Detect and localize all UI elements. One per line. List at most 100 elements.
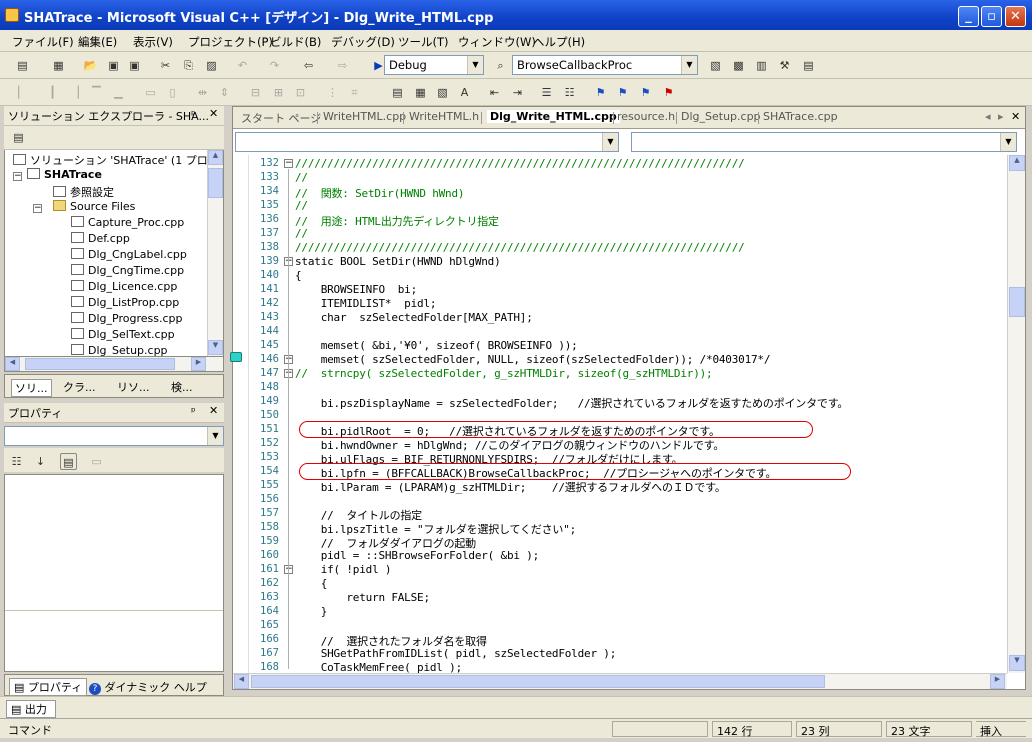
tree-item-file[interactable]: Dlg_CngTime.cpp — [71, 264, 184, 277]
tab-solution[interactable]: ソリ... — [11, 379, 52, 397]
tab-dlg-write-html-cpp[interactable]: Dlg_Write_HTML.cpp — [487, 110, 620, 123]
scroll-right-icon[interactable]: ▶ — [191, 357, 206, 371]
code-line[interactable]: ////////////////////////////////////////… — [295, 241, 745, 254]
code-line[interactable]: if( !pidl ) — [295, 563, 392, 576]
collapse-icon[interactable]: − — [33, 204, 42, 213]
align-top-icon[interactable]: ▔ — [88, 84, 105, 101]
tree-item-solution[interactable]: ソリューション 'SHATrace' (1 プロジェクト) — [13, 152, 223, 168]
copy-icon[interactable]: ⎘ — [180, 57, 197, 74]
tree-item-references[interactable]: 参照設定 — [53, 184, 114, 200]
code-horizontal-scrollbar[interactable]: ◀ ▶ — [233, 673, 1007, 689]
open-folder-icon[interactable]: 📂 — [82, 57, 99, 74]
tab-dynamic-help[interactable]: ? ダイナミック ヘルプ — [89, 679, 207, 695]
center-vertical-icon[interactable]: ⊞ — [270, 84, 287, 101]
collapse-icon[interactable]: − — [13, 172, 22, 181]
code-line[interactable]: SHGetPathFromIDList( pidl, szSelectedFol… — [295, 647, 617, 660]
code-line[interactable]: bi.pszDisplayName = szSelectedFolder; //… — [295, 395, 849, 411]
property-pages-icon[interactable]: ▭ — [88, 453, 105, 470]
code-area[interactable]: 132/////////////////////////////////////… — [233, 155, 1007, 673]
scroll-thumb[interactable] — [25, 358, 175, 370]
code-line[interactable]: // — [295, 199, 308, 212]
new-project-icon[interactable]: ▤ — [14, 57, 31, 74]
code-line[interactable]: CoTaskMemFree( pidl ); — [295, 661, 463, 673]
scroll-up-icon[interactable]: ▲ — [1009, 155, 1025, 171]
tree-item-source-files[interactable]: Source Files — [53, 200, 135, 213]
tree-item-file[interactable]: Def.cpp — [71, 232, 130, 245]
navigate-back-icon[interactable]: ⇦ — [300, 57, 317, 74]
tab-search[interactable]: 検... — [171, 379, 193, 395]
code-line[interactable]: static BOOL SetDir(HWND hDlgWnd) — [295, 255, 501, 268]
same-width-icon[interactable]: ▭ — [142, 84, 159, 101]
code-line[interactable]: BROWSEINFO bi; — [295, 283, 418, 296]
clear-bookmarks-icon[interactable]: ⚑ — [660, 84, 677, 101]
code-line[interactable]: // 関数: SetDir(HWND hWnd) — [295, 185, 465, 201]
code-line[interactable]: // strncpy( szSelectedFolder, g_szHTMLDi… — [295, 367, 713, 380]
comment-icon[interactable]: ☰ — [538, 84, 555, 101]
tab-resource-h[interactable]: resource.h — [617, 110, 675, 123]
format-icon[interactable]: ▧ — [434, 84, 451, 101]
align-center-icon[interactable]: ┃ — [44, 84, 61, 101]
redo-icon[interactable]: ↷ — [266, 57, 283, 74]
center-horizontal-icon[interactable]: ⊟ — [247, 84, 264, 101]
tab-scroll-right-icon[interactable]: ▸ — [998, 110, 1004, 123]
code-line[interactable]: // — [295, 171, 308, 184]
solution-explorer-icon[interactable]: ▧ — [707, 57, 724, 74]
menu-edit[interactable]: 編集(E) — [78, 34, 117, 50]
text-icon[interactable]: A — [456, 84, 473, 101]
grid-icon[interactable]: ⋮ — [324, 84, 341, 101]
tab-properties[interactable]: ▤ プロパティ — [9, 678, 88, 696]
code-line[interactable]: } — [295, 605, 328, 618]
navigate-forward-icon[interactable]: ⇨ — [334, 57, 351, 74]
scroll-thumb[interactable] — [1009, 287, 1025, 317]
code-line[interactable]: ////////////////////////////////////////… — [295, 157, 745, 170]
maximize-button[interactable]: ▫ — [981, 6, 1002, 27]
scroll-thumb[interactable] — [251, 675, 825, 688]
tab-dlg-setup-cpp[interactable]: Dlg_Setup.cpp — [681, 110, 761, 123]
code-line[interactable]: memset( &bi,'¥0', sizeof( BROWSEINFO )); — [295, 339, 578, 352]
next-bookmark-icon[interactable]: ⚑ — [614, 84, 631, 101]
code-line[interactable]: { — [295, 577, 328, 590]
pin-icon[interactable]: ᵖ — [191, 108, 196, 121]
tree-vertical-scrollbar[interactable]: ▲ ▼ — [207, 150, 223, 356]
outline-collapse-icon[interactable]: − — [284, 159, 293, 168]
tab-class[interactable]: クラ... — [63, 379, 96, 395]
save-all-icon[interactable]: ▣ — [126, 57, 143, 74]
align-right-icon[interactable]: ▕ — [66, 84, 83, 101]
properties-icon[interactable]: ▤ — [10, 129, 27, 146]
tree-item-file[interactable]: Capture_Proc.cpp — [71, 216, 184, 229]
order-icon[interactable]: ⊡ — [292, 84, 309, 101]
save-icon[interactable]: ▣ — [105, 57, 122, 74]
tab-scroll-left-icon[interactable]: ◂ — [985, 110, 991, 123]
tree-item-file[interactable]: Dlg_Licence.cpp — [71, 280, 177, 293]
close-panel-icon[interactable]: ✕ — [209, 107, 218, 120]
close-document-icon[interactable]: ✕ — [1011, 110, 1020, 123]
menu-view[interactable]: 表示(V) — [133, 34, 173, 50]
prev-bookmark-icon[interactable]: ⚑ — [637, 84, 654, 101]
scroll-right-icon[interactable]: ▶ — [990, 674, 1005, 689]
menu-project[interactable]: プロジェクト(P) — [188, 34, 273, 50]
tree-item-file[interactable]: Dlg_ListProp.cpp — [71, 296, 179, 309]
menu-window[interactable]: ウィンドウ(W) — [458, 34, 536, 50]
toggle-bookmark-icon[interactable]: ⚑ — [592, 84, 609, 101]
code-line[interactable]: bi.lParam = (LPARAM)g_szHTMLDir; //選択するフ… — [295, 479, 726, 495]
outdent-icon[interactable]: ⇤ — [486, 84, 503, 101]
scope-select[interactable]: ▼ — [235, 132, 619, 152]
same-height-icon[interactable]: ▯ — [164, 84, 181, 101]
undo-icon[interactable]: ↶ — [234, 57, 251, 74]
find-in-files-icon[interactable]: ⌕ — [492, 57, 509, 74]
member-select[interactable]: ▼ — [631, 132, 1017, 152]
properties-object-select[interactable]: ▼ — [4, 426, 224, 446]
minimize-button[interactable]: _ — [958, 6, 979, 27]
tree-horizontal-scrollbar[interactable]: ◀ ▶ — [4, 356, 224, 372]
tab-output[interactable]: ▤ 出力 — [6, 700, 56, 718]
properties-view-icon[interactable]: ▤ — [60, 453, 77, 470]
menu-help[interactable]: ヘルプ(H) — [533, 34, 585, 50]
horizontal-spacing-icon[interactable]: ⇹ — [194, 84, 211, 101]
menu-tools[interactable]: ツール(T) — [398, 34, 449, 50]
close-panel-icon[interactable]: ✕ — [209, 404, 218, 417]
menu-file[interactable]: ファイル(F) — [12, 34, 74, 50]
scroll-left-icon[interactable]: ◀ — [5, 357, 20, 371]
find-combo[interactable]: BrowseCallbackProc ▼ — [512, 55, 698, 75]
scroll-down-icon[interactable]: ▼ — [1009, 655, 1025, 671]
uncomment-icon[interactable]: ☷ — [561, 84, 578, 101]
